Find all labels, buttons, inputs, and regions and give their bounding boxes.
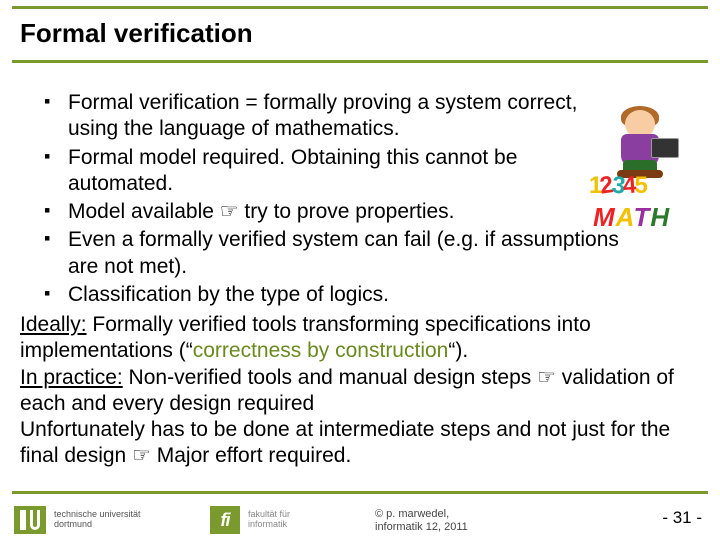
copyright: © p. marwedel, informatik 12, 2011 [375, 508, 468, 534]
title-rule [12, 60, 708, 63]
bullet-item: Formal verification = formally proving a… [50, 90, 700, 143]
bullet-text: Model available ☞ try to prove propertie… [68, 200, 455, 223]
paragraph-tail: Unfortunately has to be done at intermed… [20, 417, 700, 470]
page-number: - 31 - [662, 508, 702, 528]
bullet-item: Formal model required. Obtaining this ca… [50, 145, 700, 198]
fi-mark-icon: fi [210, 506, 240, 534]
fi-line2: informatik [248, 520, 290, 530]
tu-mark-icon [14, 506, 46, 534]
tu-line2: dortmund [54, 520, 141, 530]
bullet-text: Classification by the type of logics. [68, 283, 389, 306]
footer: technische universität dortmund fi fakul… [0, 494, 720, 540]
bullet-text: Even a formally verified system can fail… [68, 227, 628, 280]
bullet-list: Formal verification = formally proving a… [20, 90, 700, 308]
slide-title: Formal verification [20, 18, 253, 49]
bullet-item: Model available ☞ try to prove propertie… [50, 199, 700, 225]
ideally-text-2: “). [448, 339, 468, 362]
paragraph-ideally: Ideally: Formally verified tools transfo… [20, 312, 700, 365]
copy-line2: informatik 12, 2011 [375, 521, 468, 534]
ideally-label: Ideally: [20, 313, 87, 336]
bullet-item: Even a formally verified system can fail… [50, 227, 700, 280]
tu-dortmund-logo: technische universität dortmund [14, 506, 141, 534]
tu-logo-text: technische universität dortmund [54, 510, 141, 530]
bullet-text: Formal model required. Obtaining this ca… [68, 145, 628, 198]
fi-logo-text: fakultät für informatik [248, 510, 290, 530]
copy-line1: © p. marwedel, [375, 508, 468, 521]
bullet-item: Classification by the type of logics. [50, 282, 700, 308]
top-rule [12, 6, 708, 9]
paragraph-practice: In practice: Non-verified tools and manu… [20, 365, 700, 418]
content-area: Formal verification = formally proving a… [20, 90, 700, 470]
correctness-phrase: correctness by construction [193, 339, 449, 362]
slide: Formal verification 12345 MATH Formal ve… [0, 0, 720, 540]
bullet-text: Formal verification = formally proving a… [68, 90, 628, 143]
fi-logo: fi fakultät für informatik [210, 506, 290, 534]
practice-label: In practice: [20, 366, 123, 389]
